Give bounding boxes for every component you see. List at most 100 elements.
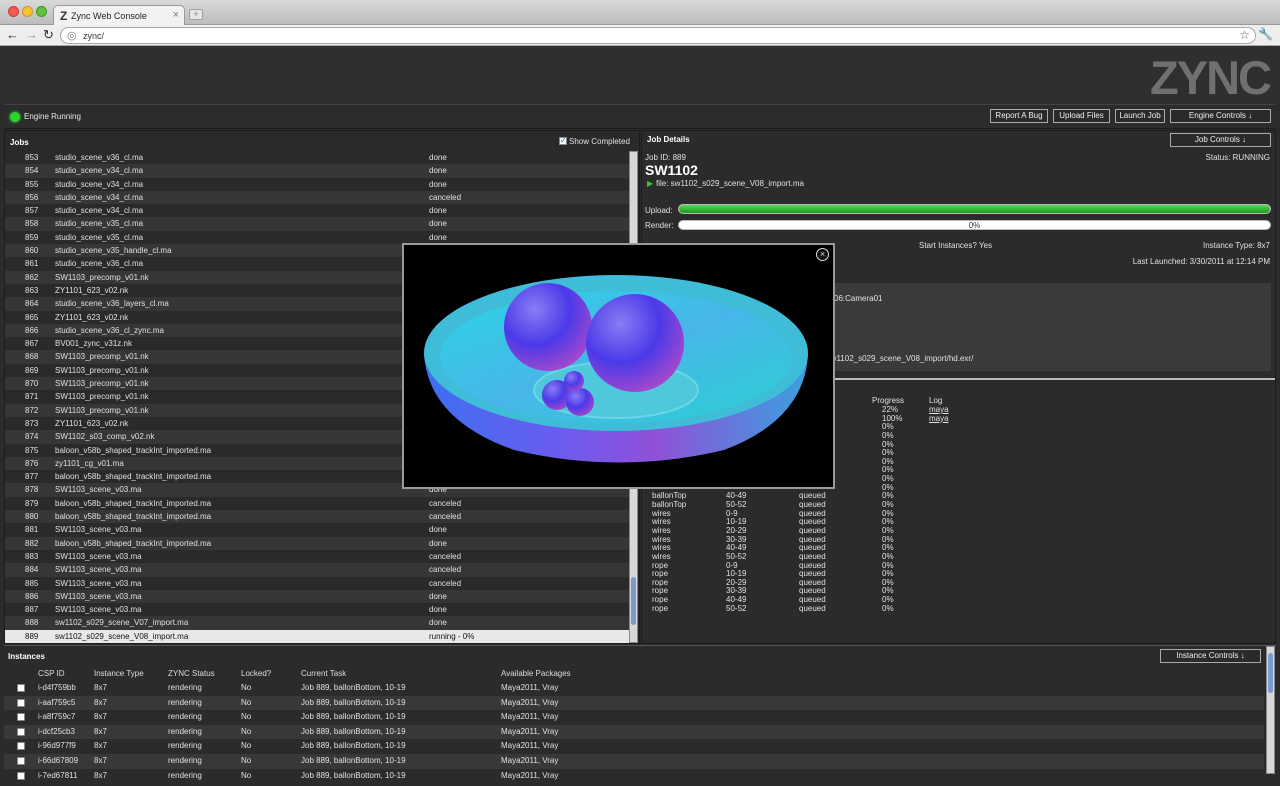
job-file-text: file: sw1102_s029_scene_V08_import.ma: [656, 179, 804, 188]
job-name-cell: SW1103_scene_v03.ma: [55, 605, 142, 615]
job-name-cell: ZY1101_623_v02.nk: [55, 418, 129, 428]
instance-select-checkbox[interactable]: [17, 756, 25, 765]
job-row[interactable]: 883 SW1103_scene_v03.ma canceled: [5, 549, 629, 564]
browser-tab[interactable]: Z Zync Web Console ×: [53, 5, 185, 26]
new-tab-button[interactable]: +: [189, 9, 203, 20]
forward-arrow-icon[interactable]: →: [25, 28, 38, 42]
job-row[interactable]: 857 studio_scene_v34_cl.ma done: [5, 204, 629, 218]
address-bar[interactable]: ◎ zync/ ☆: [60, 27, 1256, 44]
instance-row[interactable]: i-d4f759bb 8x7 rendering No Job 889, ballonB…: [4, 681, 1264, 696]
instance-cell: rendering: [168, 712, 202, 722]
wrench-icon[interactable]: 🔧: [1258, 27, 1273, 41]
job-row[interactable]: 879 baloon_v58b_shaped_trackInt_imported.…: [5, 496, 629, 511]
job-row[interactable]: 854 studio_scene_v34_cl.ma done: [5, 164, 629, 178]
instance-select-checkbox[interactable]: [17, 727, 25, 736]
address-text[interactable]: zync/: [83, 31, 104, 41]
expand-arrow-icon[interactable]: ▶: [647, 179, 653, 188]
instance-row[interactable]: i-dcf25cb3 8x7 rendering No Job 889, ballonB…: [4, 724, 1264, 740]
instance-cell: i-96d977f9: [38, 741, 76, 751]
job-id-cell: 885: [25, 578, 39, 588]
job-status-cell: done: [429, 618, 447, 628]
task-row: ballonTop 50-52 queued 0%: [647, 500, 1271, 509]
back-arrow-icon[interactable]: ←: [6, 28, 19, 42]
instance-row[interactable]: i-aaf759c5 8x7 rendering No Job 889, ballonB…: [4, 695, 1264, 711]
instances-scroll-thumb[interactable]: [1268, 653, 1273, 693]
job-row[interactable]: 884 SW1103_scene_v03.ma canceled: [5, 563, 629, 577]
job-name-cell: SW1103_scene_v03.ma: [55, 565, 142, 575]
job-name-cell: SW1103_scene_v03.ma: [55, 485, 142, 495]
instances-column-header[interactable]: CSP ID: [38, 666, 65, 681]
job-row[interactable]: 887 SW1103_scene_v03.ma done: [5, 603, 629, 617]
instances-column-header[interactable]: Current Task: [301, 666, 346, 681]
task-progress-cell: 0%: [882, 525, 894, 535]
job-id-text: Job ID: 889: [645, 153, 686, 162]
job-row[interactable]: 856 studio_scene_v34_cl.ma canceled: [5, 190, 629, 205]
instance-select-checkbox[interactable]: [17, 742, 25, 751]
instances-column-header[interactable]: ZYNC Status: [168, 666, 215, 681]
task-layer-cell: rope: [652, 569, 669, 579]
instance-cell: No: [241, 755, 252, 765]
engine-controls-button[interactable]: Engine Controls ↓: [1170, 109, 1271, 123]
job-controls-button[interactable]: Job Controls ↓: [1170, 133, 1271, 147]
instances-scrollbar[interactable]: [1266, 646, 1275, 774]
instance-select-checkbox[interactable]: [17, 684, 25, 692]
instances-column-header[interactable]: Locked?: [241, 666, 271, 681]
instance-cell: 8x7: [94, 697, 107, 707]
launch-job-button[interactable]: Launch Job: [1115, 109, 1165, 123]
instance-select-checkbox[interactable]: [17, 771, 25, 780]
job-row[interactable]: 858 studio_scene_v35_cl.ma done: [5, 217, 629, 231]
close-window-button[interactable]: [8, 6, 19, 17]
instance-cell: Job 889, ballonBottom, 10-19: [301, 726, 406, 736]
job-row[interactable]: 888 sw1102_s029_scene_V07_import.ma done: [5, 616, 629, 630]
job-row[interactable]: 881 SW1103_scene_v03.ma done: [5, 523, 629, 537]
instance-row[interactable]: i-a8f759c7 8x7 rendering No Job 889, ballonB…: [4, 710, 1264, 725]
tab-close-icon[interactable]: ×: [173, 9, 179, 21]
report-bug-button[interactable]: Report A Bug: [990, 109, 1048, 123]
bookmark-star-icon[interactable]: ☆: [1239, 28, 1250, 42]
instance-cell: 8x7: [94, 770, 107, 780]
instance-cell: Maya2011, Vray: [501, 683, 559, 692]
job-name-cell: SW1103_precomp_v01.nk: [55, 365, 149, 375]
instance-row[interactable]: i-7ed67811 8x7 rendering No Job 889, ballonB…: [4, 768, 1264, 784]
job-status-cell: running - 0%: [429, 631, 475, 641]
job-row[interactable]: 880 baloon_v58b_shaped_trackInt_imported.…: [5, 510, 629, 524]
modal-close-icon[interactable]: ×: [816, 248, 829, 261]
instance-cell: i-7ed67811: [38, 770, 78, 780]
reload-icon[interactable]: ↻: [43, 28, 54, 42]
task-layer-cell: wires: [652, 534, 671, 544]
zoom-window-button[interactable]: [36, 6, 47, 17]
job-status-cell: canceled: [429, 192, 462, 202]
last-launched-text: Last Launched: 3/30/2011 at 12:14 PM: [1132, 257, 1270, 266]
task-status-cell: queued: [799, 508, 826, 518]
instance-row[interactable]: i-66d67809 8x7 rendering No Job 889, ballonB…: [4, 753, 1264, 769]
task-log-cell[interactable]: maya: [929, 405, 949, 414]
instances-column-header[interactable]: Available Packages: [501, 666, 571, 681]
minimize-window-button[interactable]: [22, 6, 33, 17]
job-row[interactable]: 885 SW1103_scene_v03.ma canceled: [5, 576, 629, 590]
job-row[interactable]: 889 sw1102_s029_scene_V08_import.ma runnin…: [5, 629, 629, 643]
job-name-cell: baloon_v58b_shaped_trackInt_imported.ma: [55, 472, 212, 482]
job-id-cell: 873: [25, 418, 39, 428]
task-layer-cell: rope: [652, 586, 669, 596]
instance-controls-button[interactable]: Instance Controls ↓: [1160, 649, 1261, 663]
job-id-cell: 879: [25, 498, 39, 508]
instance-row[interactable]: i-96d977f9 8x7 rendering No Job 889, ballonB…: [4, 739, 1264, 754]
show-completed-checkbox[interactable]: ✓: [559, 137, 567, 145]
instance-cell: rendering: [168, 726, 202, 736]
instances-panel: Instances Instance Controls ↓ CSP ID Inst…: [4, 645, 1276, 786]
job-row[interactable]: 855 studio_scene_v34_cl.ma done: [5, 177, 629, 191]
jobs-scroll-thumb[interactable]: [631, 577, 636, 625]
instance-select-checkbox[interactable]: [17, 698, 25, 707]
instance-cell: rendering: [168, 741, 202, 751]
instance-cell: Maya2011, Vray: [501, 755, 559, 765]
job-id-cell: 862: [25, 272, 39, 282]
job-row[interactable]: 882 baloon_v58b_shaped_trackInt_imported.…: [5, 536, 629, 550]
upload-files-button[interactable]: Upload Files: [1053, 109, 1110, 123]
job-row[interactable]: 886 SW1103_scene_v03.ma done: [5, 589, 629, 604]
job-row[interactable]: 853 studio_scene_v36_cl.ma done: [5, 151, 629, 165]
task-progress-cell: 0%: [882, 595, 894, 605]
task-row: wires 10-19 queued 0%: [647, 517, 1271, 526]
instance-select-checkbox[interactable]: [17, 713, 25, 722]
instances-column-header[interactable]: Instance Type: [94, 666, 144, 681]
task-log-cell[interactable]: maya: [929, 414, 949, 423]
